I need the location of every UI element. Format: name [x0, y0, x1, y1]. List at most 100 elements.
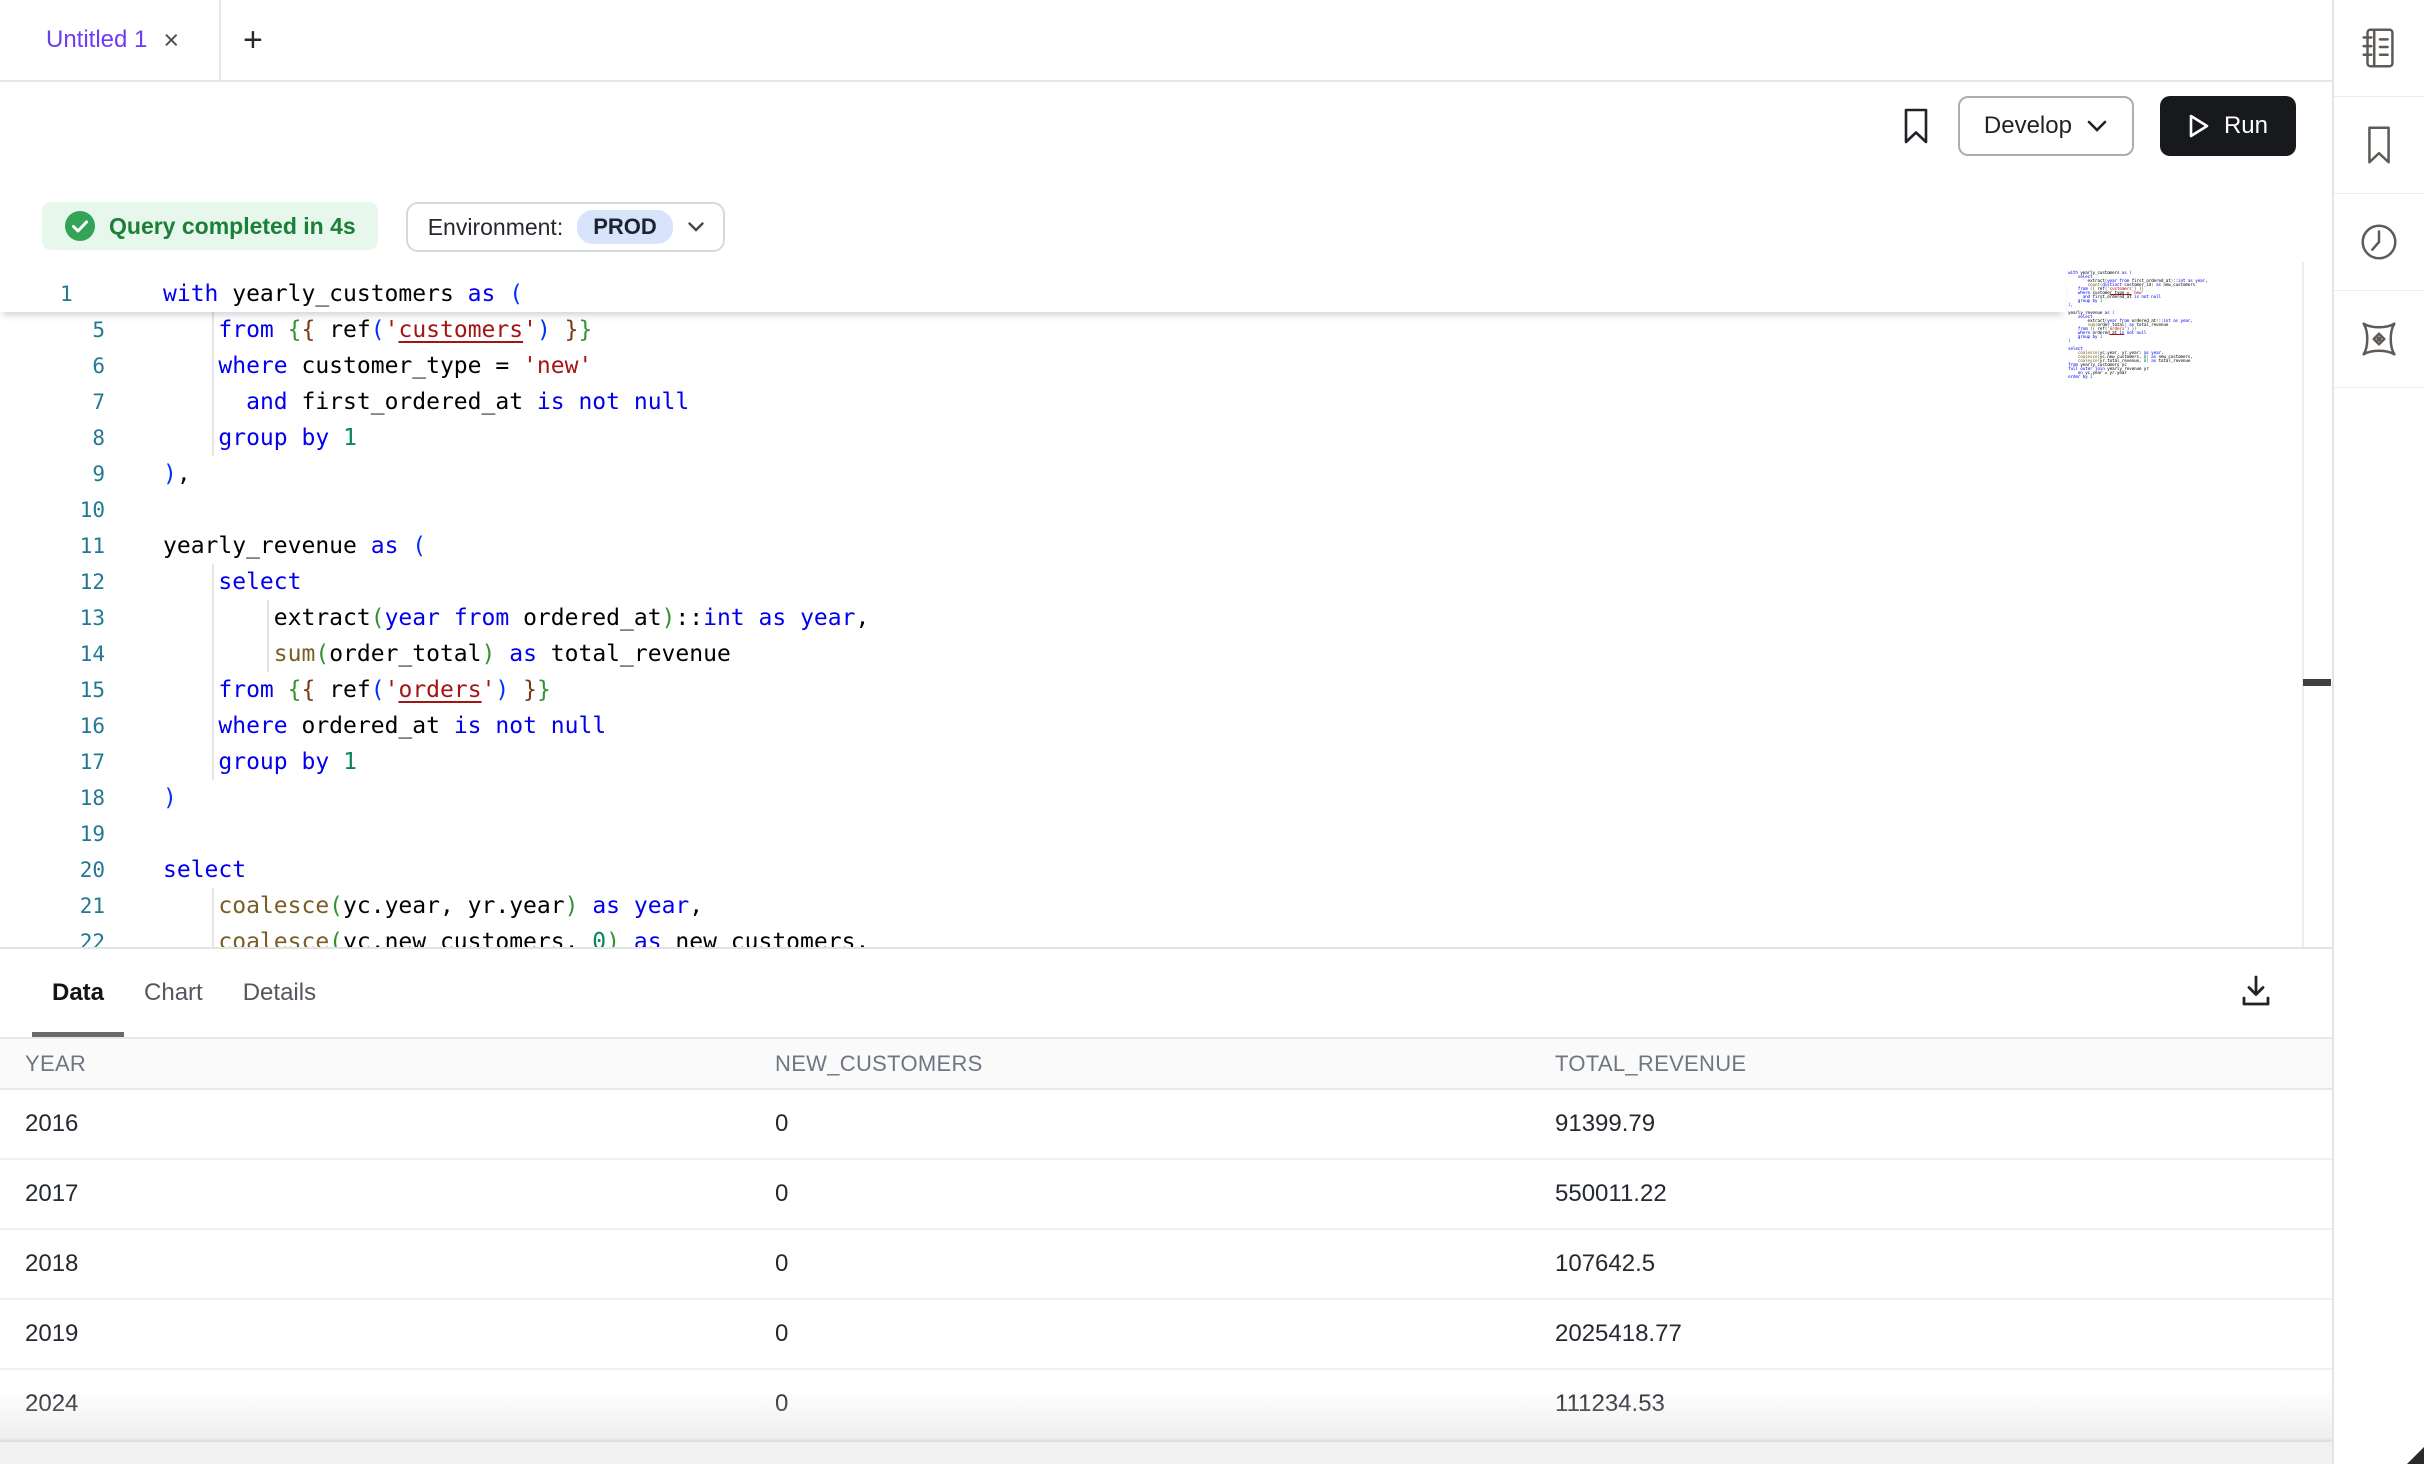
status-row: Query completed in 4s Environment: PROD — [0, 170, 2332, 262]
code-line[interactable]: 18) — [0, 780, 2332, 816]
code-text: group by 1 — [163, 420, 357, 456]
line-number: 15 — [0, 672, 105, 708]
code-line[interactable]: 15 from {{ ref('orders') }} — [0, 672, 2332, 708]
results-tab-details[interactable]: Details — [223, 949, 336, 1037]
minimap-line: order by 1 — [2068, 376, 2207, 380]
code-line[interactable]: 16 where ordered_at is not null — [0, 708, 2332, 744]
line-number: 5 — [0, 312, 105, 348]
play-icon — [2188, 113, 2210, 139]
table-cell: 550011.22 — [1555, 1180, 2332, 1208]
code-line[interactable]: 8 group by 1 — [0, 420, 2332, 456]
code-line[interactable]: 19 — [0, 816, 2332, 852]
indent-guide — [212, 636, 214, 672]
table-cell: 0 — [775, 1250, 1555, 1278]
code-line[interactable]: 10 — [0, 492, 2332, 528]
toolbar: Develop Run — [0, 82, 2332, 170]
sql-code-editor[interactable]: 1with yearly_customers as (5 from {{ ref… — [0, 262, 2332, 947]
query-status-badge: Query completed in 4s — [42, 202, 378, 250]
code-text: select — [163, 564, 301, 600]
code-line[interactable]: 11yearly_revenue as ( — [0, 528, 2332, 564]
results-tab-bar: DataChartDetails — [0, 947, 2332, 1037]
table-row: 2016091399.79 — [0, 1090, 2332, 1160]
tab-untitled-1[interactable]: Untitled 1 × — [0, 0, 221, 80]
code-line[interactable]: 6 where customer_type = 'new' — [0, 348, 2332, 384]
app-window: Untitled 1 × + Develop — [0, 0, 2424, 1464]
indent-guide — [212, 420, 214, 456]
main-area: Untitled 1 × + Develop — [0, 0, 2332, 1464]
line-number: 12 — [0, 564, 105, 600]
editor-minimap[interactable]: with yearly_customers as ( select extrac… — [2068, 272, 2207, 380]
horizontal-scrollbar-track[interactable] — [0, 1440, 2332, 1464]
query-status-text: Query completed in 4s — [109, 213, 356, 240]
table-row: 20240111234.53 — [0, 1370, 2332, 1440]
code-text: select — [163, 852, 246, 888]
results-tab-chart[interactable]: Chart — [124, 949, 223, 1037]
table-cell: 91399.79 — [1555, 1110, 2332, 1138]
notebook-panel-button[interactable] — [2334, 0, 2424, 97]
resize-grip[interactable] — [2407, 1447, 2424, 1464]
code-line[interactable]: 13 extract(year from ordered_at)::int as… — [0, 600, 2332, 636]
indent-guide — [212, 312, 214, 348]
code-text: where customer_type = 'new' — [163, 348, 592, 384]
column-header: YEAR — [0, 1051, 775, 1077]
editor-lines: 1with yearly_customers as (5 from {{ ref… — [0, 276, 2332, 947]
line-number: 19 — [0, 816, 105, 852]
history-icon — [2356, 219, 2402, 265]
history-panel-button[interactable] — [2334, 194, 2424, 291]
code-line[interactable]: 22 coalesce(yc.new_customers, 0) as new_… — [0, 924, 2332, 947]
table-body: 2016091399.7920170550011.2220180107642.5… — [0, 1090, 2332, 1440]
line-number: 9 — [0, 456, 105, 492]
code-text: ), — [163, 456, 191, 492]
line-number: 13 — [0, 600, 105, 636]
bookmark-button[interactable] — [1900, 107, 1932, 145]
table-cell: 111234.53 — [1555, 1390, 2332, 1418]
line-number: 16 — [0, 708, 105, 744]
line-number: 14 — [0, 636, 105, 672]
run-button[interactable]: Run — [2160, 96, 2296, 156]
indent-guide — [212, 384, 214, 420]
results-tab-data[interactable]: Data — [32, 949, 124, 1037]
line-number: 20 — [0, 852, 105, 888]
dbt-panel-button[interactable] — [2334, 291, 2424, 388]
environment-select[interactable]: Environment: PROD — [406, 202, 725, 252]
indent-guide — [212, 708, 214, 744]
code-line[interactable]: 5 from {{ ref('customers') }} — [0, 312, 2332, 348]
run-label: Run — [2224, 112, 2268, 140]
editor-scrollbar-track[interactable] — [2302, 262, 2332, 947]
download-button[interactable] — [2236, 971, 2276, 1011]
environment-value-badge: PROD — [577, 210, 673, 244]
line-number: 7 — [0, 384, 105, 420]
indent-guide — [212, 348, 214, 384]
table-cell: 2025418.77 — [1555, 1320, 2332, 1348]
sticky-code-line[interactable]: 1with yearly_customers as ( — [0, 276, 2065, 312]
scrollbar-cursor-marker — [2303, 679, 2331, 686]
notebook-icon — [2356, 25, 2402, 71]
plus-icon: + — [243, 21, 263, 60]
code-line[interactable]: 7 and first_ordered_at is not null — [0, 384, 2332, 420]
develop-dropdown[interactable]: Develop — [1958, 96, 2134, 156]
indent-guide — [212, 564, 214, 600]
code-text: with yearly_customers as ( — [163, 276, 523, 312]
table-cell: 0 — [775, 1390, 1555, 1418]
code-line[interactable]: 14 sum(order_total) as total_revenue — [0, 636, 2332, 672]
right-icon-sidebar — [2332, 0, 2424, 1464]
indent-guide — [212, 924, 214, 947]
code-line[interactable]: 17 group by 1 — [0, 744, 2332, 780]
indent-guide — [212, 888, 214, 924]
code-text: yearly_revenue as ( — [163, 528, 426, 564]
code-text: and first_ordered_at is not null — [163, 384, 689, 420]
indent-guide — [212, 672, 214, 708]
code-line[interactable]: 20 select — [0, 852, 2332, 888]
code-text: coalesce(yc.year, yr.year) as year, — [163, 888, 703, 924]
chevron-down-icon — [2086, 119, 2108, 133]
code-line[interactable]: 9), — [0, 456, 2332, 492]
bookmarks-panel-button[interactable] — [2334, 97, 2424, 194]
code-line[interactable]: 12 select — [0, 564, 2332, 600]
line-number: 6 — [0, 348, 105, 384]
new-tab-button[interactable]: + — [221, 0, 263, 80]
indent-guide — [267, 600, 269, 636]
table-cell: 107642.5 — [1555, 1250, 2332, 1278]
close-icon[interactable]: × — [163, 27, 179, 54]
code-line[interactable]: 21 coalesce(yc.year, yr.year) as year, — [0, 888, 2332, 924]
table-cell: 0 — [775, 1110, 1555, 1138]
